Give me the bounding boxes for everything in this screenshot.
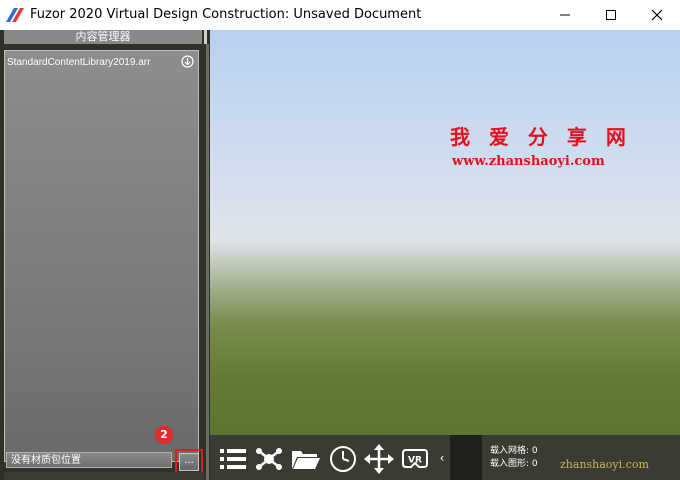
panel-splitter[interactable] (206, 44, 209, 480)
close-icon (651, 9, 663, 21)
toolbar-divider (450, 435, 482, 480)
maximize-button[interactable] (588, 0, 634, 30)
nodes-icon (256, 448, 282, 470)
vr-label: VR (408, 456, 422, 466)
maximize-icon (606, 10, 616, 20)
fuzor-logo-icon (6, 8, 24, 22)
vr-mode-button[interactable]: VR (400, 444, 430, 474)
panel-title: 内容管理器 (4, 30, 202, 44)
title-bar: Fuzor 2020 Virtual Design Construction: … (0, 0, 680, 30)
meshes-stat: 载入网格: 0 (490, 446, 538, 456)
folder-icon (292, 451, 320, 469)
shapes-label: 载入图形 (490, 459, 527, 469)
watermark-title: 我 爱 分 享 网 (450, 125, 632, 149)
meshes-value: 0 (531, 446, 538, 456)
left-panel-footer (4, 472, 204, 480)
watermark-url: www.zhanshaoyi.com (452, 154, 605, 169)
open-folder-button[interactable] (291, 444, 321, 474)
move-tool-button[interactable] (364, 444, 394, 474)
3d-viewport[interactable] (210, 30, 680, 435)
collapse-toolbar-button[interactable]: ‹ (436, 448, 448, 468)
step-badge: 2 (155, 426, 173, 444)
window-title: Fuzor 2020 Virtual Design Construction: … (30, 7, 422, 22)
content-library-list[interactable]: StandardContentLibrary2019.arr (4, 50, 199, 462)
minimize-icon (560, 14, 570, 16)
close-button[interactable] (634, 0, 680, 30)
shapes-value: 0 (531, 459, 538, 469)
content-manager-panel: 内容管理器 StandardContentLibrary2019.arr (0, 30, 210, 480)
minimize-button[interactable] (542, 0, 588, 30)
move-icon (364, 444, 394, 474)
browse-button[interactable]: ... (179, 453, 199, 471)
network-tool-button[interactable] (254, 444, 284, 474)
shapes-stat: 载入图形: 0 (490, 459, 538, 469)
list-icon (220, 449, 246, 469)
list-item[interactable]: StandardContentLibrary2019.arr (7, 57, 150, 68)
corner-watermark: zhanshaoyi.com (560, 458, 649, 471)
list-tool-button[interactable] (218, 444, 248, 474)
clock-icon (330, 446, 356, 472)
load-stats: 载入网格: 0 载入图形: 0 (490, 445, 538, 471)
material-path-field[interactable]: 没有材质包位置 (6, 452, 172, 468)
download-icon[interactable] (181, 55, 194, 68)
meshes-label: 载入网格 (490, 446, 527, 456)
timeline-button[interactable] (328, 444, 358, 474)
vr-icon: VR (402, 449, 428, 468)
panel-header-divider (204, 30, 207, 44)
